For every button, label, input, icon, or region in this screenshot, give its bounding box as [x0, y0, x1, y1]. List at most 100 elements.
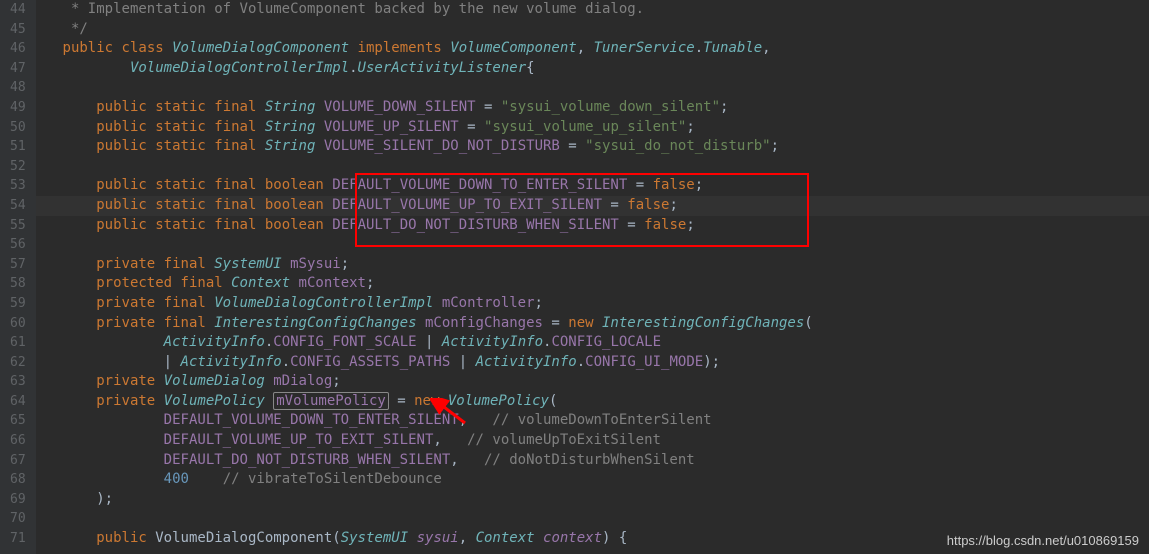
code-token: ActivityInfo — [181, 354, 282, 370]
line-number: 44 — [10, 0, 26, 20]
code-token: VolumeDialog — [164, 373, 274, 389]
code-token: private — [96, 295, 163, 311]
code-token: = — [543, 315, 568, 331]
code-line[interactable]: public class VolumeDialogComponent imple… — [46, 39, 1149, 59]
code-token: DEFAULT_VOLUME_DOWN_TO_ENTER_SILENT — [164, 412, 459, 428]
code-line[interactable]: private final VolumeDialogControllerImpl… — [46, 294, 1149, 314]
line-number: 65 — [10, 411, 26, 431]
line-number: 67 — [10, 451, 26, 471]
code-token: DEFAULT_VOLUME_UP_TO_EXIT_SILENT — [164, 432, 434, 448]
code-line[interactable]: ); — [46, 490, 1149, 510]
code-line[interactable]: private VolumePolicy mVolumePolicy = new… — [46, 392, 1149, 412]
code-token: final — [214, 197, 265, 213]
code-token: Context — [476, 530, 543, 546]
line-number: 48 — [10, 78, 26, 98]
code-token: ; — [771, 138, 779, 154]
code-token: ( — [804, 315, 812, 331]
code-token: public — [96, 119, 155, 135]
code-token: private — [96, 373, 163, 389]
code-token: final — [164, 256, 215, 272]
code-line[interactable] — [46, 157, 1149, 177]
code-token: boolean — [265, 217, 332, 233]
code-line[interactable]: DEFAULT_VOLUME_UP_TO_EXIT_SILENT, // vol… — [46, 431, 1149, 451]
code-token: final — [214, 138, 265, 154]
code-line[interactable]: 400 // vibrateToSilentDebounce — [46, 470, 1149, 490]
code-token: class — [122, 40, 173, 56]
line-number: 53 — [10, 176, 26, 196]
code-line[interactable]: ActivityInfo.CONFIG_FONT_SCALE | Activit… — [46, 333, 1149, 353]
code-token: // vibrateToSilentDebounce — [223, 471, 442, 487]
code-line[interactable]: private final SystemUI mSysui; — [46, 255, 1149, 275]
code-line[interactable]: public static final String VOLUME_DOWN_S… — [46, 98, 1149, 118]
code-token: final — [214, 217, 265, 233]
code-line[interactable]: VolumeDialogControllerImpl.UserActivityL… — [46, 59, 1149, 79]
code-token: mContext — [299, 275, 366, 291]
code-line[interactable]: * Implementation of VolumeComponent back… — [46, 0, 1149, 20]
code-line[interactable]: private VolumeDialog mDialog; — [46, 372, 1149, 392]
code-token: = — [602, 197, 627, 213]
code-token: ActivityInfo — [476, 354, 577, 370]
code-token: SystemUI — [214, 256, 290, 272]
code-token: ; — [669, 197, 677, 213]
line-number: 50 — [10, 118, 26, 138]
code-line[interactable] — [46, 509, 1149, 529]
code-token: private — [96, 256, 163, 272]
line-number: 46 — [10, 39, 26, 59]
code-line[interactable]: public static final String VOLUME_UP_SIL… — [46, 118, 1149, 138]
code-token: private — [96, 315, 163, 331]
line-number: 45 — [10, 20, 26, 40]
code-token: false — [644, 217, 686, 233]
code-token: | — [450, 354, 475, 370]
code-token: ; — [695, 177, 703, 193]
code-token: String — [265, 119, 324, 135]
code-token: = — [389, 393, 414, 409]
code-token: boolean — [265, 177, 332, 193]
code-line[interactable]: public static final boolean DEFAULT_VOLU… — [46, 176, 1149, 196]
code-token: */ — [71, 21, 88, 37]
code-token: , — [433, 432, 467, 448]
code-token: * Implementation of VolumeComponent back… — [71, 1, 644, 17]
code-line[interactable]: public static final boolean DEFAULT_VOLU… — [46, 196, 1149, 216]
code-line[interactable]: DEFAULT_DO_NOT_DISTURB_WHEN_SILENT, // d… — [46, 451, 1149, 471]
code-token: VolumePolicy — [448, 393, 549, 409]
code-token: VolumeDialogControllerImpl — [130, 60, 349, 76]
code-token: . — [695, 40, 703, 56]
code-token: , — [450, 452, 484, 468]
code-token: VOLUME_UP_SILENT — [324, 119, 459, 135]
code-token: VolumeDialogComponent — [172, 40, 357, 56]
code-token: mSysui — [290, 256, 341, 272]
code-token: final — [164, 295, 215, 311]
code-token: ; — [686, 119, 694, 135]
code-editor[interactable]: 4445464748495051525354555657585960616263… — [0, 0, 1149, 554]
code-token: VOLUME_SILENT_DO_NOT_DISTURB — [324, 138, 560, 154]
code-line[interactable]: protected final Context mContext; — [46, 274, 1149, 294]
code-line[interactable]: | ActivityInfo.CONFIG_ASSETS_PATHS | Act… — [46, 353, 1149, 373]
line-number: 47 — [10, 59, 26, 79]
code-line[interactable]: */ — [46, 20, 1149, 40]
code-token: . — [577, 354, 585, 370]
code-token: | — [164, 354, 181, 370]
code-line[interactable]: DEFAULT_VOLUME_DOWN_TO_ENTER_SILENT, // … — [46, 411, 1149, 431]
code-area[interactable]: * Implementation of VolumeComponent back… — [36, 0, 1149, 554]
line-number: 71 — [10, 529, 26, 549]
code-token: protected — [96, 275, 180, 291]
code-token: = — [560, 138, 585, 154]
code-token: "sysui_do_not_disturb" — [585, 138, 770, 154]
code-line[interactable] — [46, 78, 1149, 98]
code-token: ; — [332, 373, 340, 389]
code-token: Tunable — [703, 40, 762, 56]
code-token: SystemUI — [341, 530, 417, 546]
code-token: public — [63, 40, 122, 56]
code-token: mVolumePolicy — [273, 392, 389, 410]
line-number: 63 — [10, 372, 26, 392]
code-token: , — [459, 412, 493, 428]
code-token: ) { — [602, 530, 627, 546]
code-token: DEFAULT_VOLUME_UP_TO_EXIT_SILENT — [332, 197, 602, 213]
line-number: 49 — [10, 98, 26, 118]
code-line[interactable]: public static final String VOLUME_SILENT… — [46, 137, 1149, 157]
code-token: static — [155, 217, 214, 233]
code-line[interactable]: public static final boolean DEFAULT_DO_N… — [46, 216, 1149, 236]
code-token: DEFAULT_DO_NOT_DISTURB_WHEN_SILENT — [164, 452, 451, 468]
code-line[interactable]: private final InterestingConfigChanges m… — [46, 314, 1149, 334]
code-line[interactable] — [46, 235, 1149, 255]
